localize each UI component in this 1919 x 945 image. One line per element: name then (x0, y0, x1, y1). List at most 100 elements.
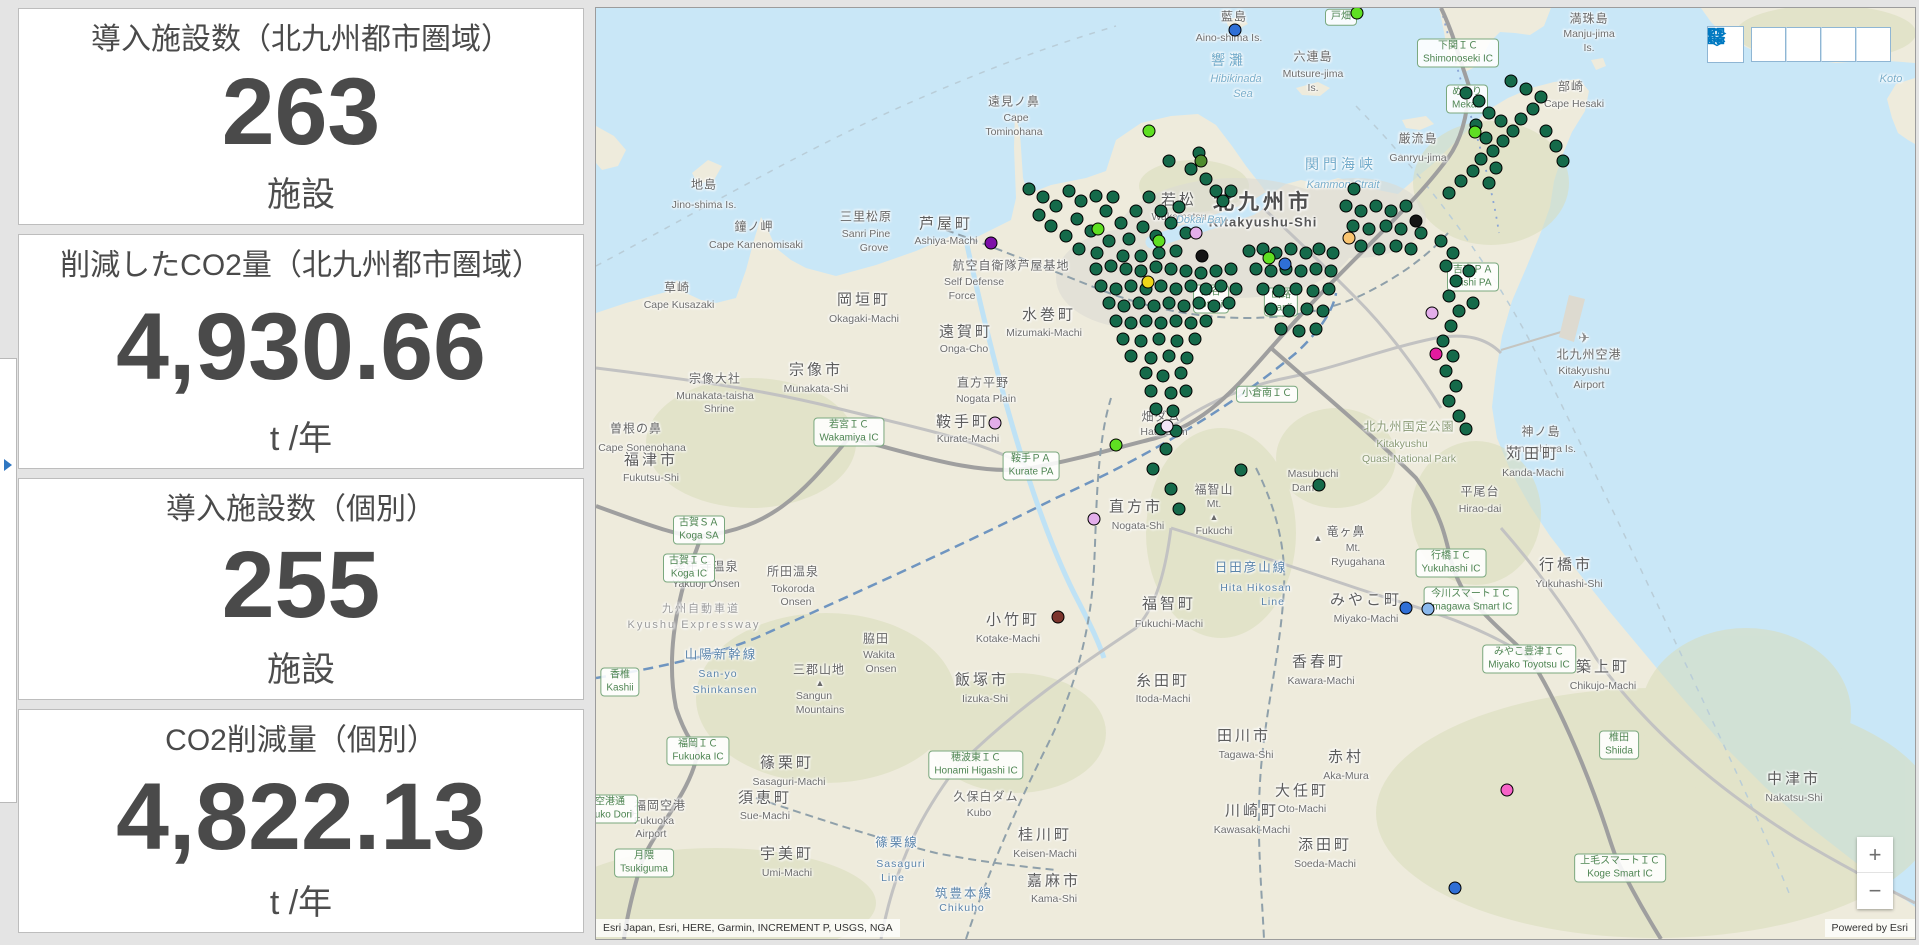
facility-marker[interactable] (1145, 352, 1158, 365)
facility-marker[interactable] (1410, 215, 1423, 228)
facility-marker[interactable] (1295, 265, 1308, 278)
facility-marker[interactable] (1123, 233, 1136, 246)
home-button[interactable] (1751, 27, 1786, 62)
facility-marker[interactable] (1223, 297, 1236, 310)
facility-marker[interactable] (1135, 335, 1148, 348)
facility-marker[interactable] (1163, 155, 1176, 168)
facility-marker[interactable] (1310, 323, 1323, 336)
facility-marker[interactable] (1363, 223, 1376, 236)
facility-marker[interactable] (1480, 132, 1493, 145)
facility-marker[interactable] (1235, 464, 1248, 477)
facility-marker[interactable] (1301, 303, 1314, 316)
facility-marker[interactable] (1110, 315, 1123, 328)
facility-marker[interactable] (1501, 784, 1514, 797)
facility-marker[interactable] (1118, 300, 1131, 313)
zoom-in-button[interactable]: + (1857, 837, 1893, 873)
facility-marker[interactable] (1155, 280, 1168, 293)
facility-marker[interactable] (1033, 209, 1046, 222)
facility-marker[interactable] (1487, 145, 1500, 158)
facility-marker[interactable] (1430, 348, 1443, 361)
facility-marker[interactable] (1447, 247, 1460, 260)
facility-marker[interactable] (1023, 183, 1036, 196)
facility-marker[interactable] (1460, 87, 1473, 100)
facility-marker[interactable] (1355, 240, 1368, 253)
facility-marker[interactable] (1310, 263, 1323, 276)
facility-marker[interactable] (1313, 243, 1326, 256)
facility-marker[interactable] (1257, 283, 1270, 296)
facility-marker[interactable] (1140, 315, 1153, 328)
facility-marker[interactable] (1193, 297, 1206, 310)
facility-marker[interactable] (1243, 245, 1256, 258)
facility-marker[interactable] (1125, 280, 1138, 293)
facility-marker[interactable] (1105, 260, 1118, 273)
facility-marker[interactable] (1173, 201, 1186, 214)
facility-marker[interactable] (1443, 187, 1456, 200)
facility-marker[interactable] (1115, 217, 1128, 230)
facility-marker[interactable] (1103, 235, 1116, 248)
facility-marker[interactable] (1153, 247, 1166, 260)
expand-side-panel-tab[interactable] (0, 358, 17, 803)
facility-marker[interactable] (1435, 235, 1448, 248)
map-canvas[interactable]: 北九州市Kitakyushu-Shi若松Wakamatsu芦屋町Ashiya-M… (595, 7, 1916, 940)
facility-marker[interactable] (1155, 205, 1168, 218)
facility-marker[interactable] (1473, 95, 1486, 108)
facility-marker[interactable] (1483, 177, 1496, 190)
facility-marker[interactable] (1153, 235, 1166, 248)
facility-marker[interactable] (1181, 352, 1194, 365)
facility-marker[interactable] (1130, 205, 1143, 218)
facility-marker[interactable] (1163, 297, 1176, 310)
facility-marker[interactable] (1455, 175, 1468, 188)
facility-marker[interactable] (1165, 263, 1178, 276)
facility-marker[interactable] (1215, 280, 1228, 293)
facility-marker[interactable] (1173, 503, 1186, 516)
facility-marker[interactable] (1422, 603, 1435, 616)
facility-marker[interactable] (1440, 365, 1453, 378)
facility-marker[interactable] (1279, 258, 1292, 271)
facility-marker[interactable] (1175, 367, 1188, 380)
facility-marker[interactable] (1497, 135, 1510, 148)
facility-marker[interactable] (1443, 290, 1456, 303)
facility-marker[interactable] (1323, 283, 1336, 296)
facility-marker[interactable] (1143, 125, 1156, 138)
facility-marker[interactable] (1145, 385, 1158, 398)
facility-marker[interactable] (1380, 220, 1393, 233)
facility-marker[interactable] (1325, 265, 1338, 278)
facility-marker[interactable] (1460, 423, 1473, 436)
facility-marker[interactable] (1469, 126, 1482, 139)
zoom-out-button[interactable]: − (1857, 873, 1893, 909)
basemap-gallery-button[interactable] (1856, 27, 1891, 62)
facility-marker[interactable] (1453, 410, 1466, 423)
facility-marker[interactable] (1190, 227, 1203, 240)
facility-marker[interactable] (1092, 223, 1105, 236)
facility-marker[interactable] (1450, 380, 1463, 393)
facility-marker[interactable] (1405, 243, 1418, 256)
facility-marker[interactable] (1557, 155, 1570, 168)
facility-marker[interactable] (1535, 91, 1548, 104)
facility-marker[interactable] (1400, 200, 1413, 213)
facility-marker[interactable] (1395, 223, 1408, 236)
facility-marker[interactable] (1090, 263, 1103, 276)
facility-marker[interactable] (1063, 185, 1076, 198)
facility-marker[interactable] (1052, 611, 1065, 624)
facility-marker[interactable] (1290, 283, 1303, 296)
facility-marker[interactable] (1400, 602, 1413, 615)
facility-marker[interactable] (1160, 443, 1173, 456)
facility-marker[interactable] (1370, 200, 1383, 213)
facility-marker[interactable] (1453, 305, 1466, 318)
facility-marker[interactable] (1153, 333, 1166, 346)
facility-marker[interactable] (1300, 247, 1313, 260)
facility-marker[interactable] (1340, 200, 1353, 213)
facility-marker[interactable] (1147, 463, 1160, 476)
facility-marker[interactable] (1185, 317, 1198, 330)
facility-marker[interactable] (1293, 325, 1306, 338)
facility-marker[interactable] (1075, 195, 1088, 208)
facility-marker[interactable] (1073, 243, 1086, 256)
facility-marker[interactable] (1229, 24, 1242, 37)
facility-marker[interactable] (1225, 263, 1238, 276)
facility-marker[interactable] (1317, 305, 1330, 318)
facility-marker[interactable] (1165, 387, 1178, 400)
facility-marker[interactable] (1343, 232, 1356, 245)
facility-marker[interactable] (1165, 217, 1178, 230)
facility-marker[interactable] (1463, 265, 1476, 278)
facility-marker[interactable] (1195, 267, 1208, 280)
